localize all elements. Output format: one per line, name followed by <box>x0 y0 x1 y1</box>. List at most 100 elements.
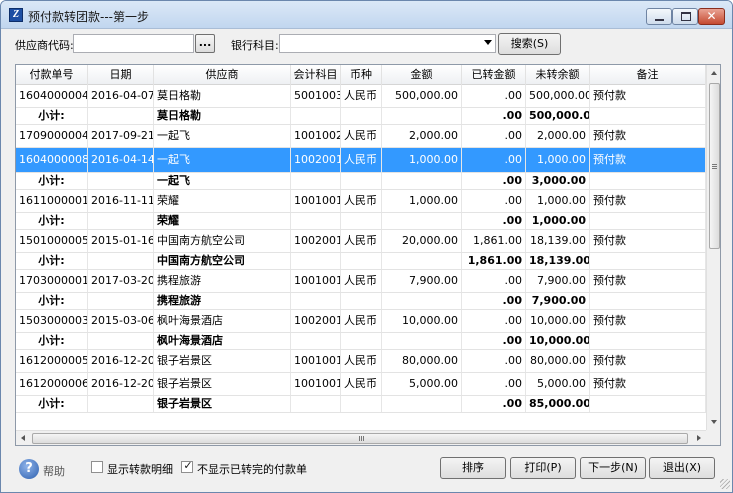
subtotal-row[interactable]: 小计: 莫日格勒 .00500,000.00 <box>16 108 706 125</box>
cell-supplier: 枫叶海景酒店 <box>154 310 291 332</box>
cell-amount: 80,000.00 <box>382 350 462 372</box>
cell-transferred: .00 <box>462 333 526 349</box>
horizontal-scrollbar[interactable] <box>16 430 706 445</box>
cell-date <box>88 253 154 269</box>
cell-supplier: 一起飞 <box>154 148 291 172</box>
table-row[interactable]: 17090000042017-09-21一起飞1001002001人民币2,00… <box>16 125 706 148</box>
cell-currency <box>341 108 382 124</box>
grip-line <box>712 164 717 165</box>
scroll-right-icon[interactable] <box>697 435 701 441</box>
cell-payment-no: 1611000001 <box>16 190 88 212</box>
cell-currency <box>341 253 382 269</box>
table-row[interactable]: 1611000001 2016-11-11 荣耀 1001001 人民币 1,000.00… <box>16 190 706 213</box>
supplier-browse-button[interactable]: ... <box>195 34 215 53</box>
column-header-payment-no[interactable]: 付款单号 <box>16 65 88 85</box>
cell-transferred: .00 <box>462 310 526 332</box>
column-header-date[interactable]: 日期 <box>88 65 154 85</box>
hide-completed-checkbox[interactable]: ✓ <box>181 459 193 473</box>
subtotal-row[interactable]: 小计: 携程旅游 .00 7,900.00 <box>16 293 706 310</box>
cell-remaining: 3,000.00 <box>526 173 590 189</box>
subtotal-row[interactable]: 小计: 枫叶海景酒店 .00 10,000.00 <box>16 333 706 350</box>
grid-header: 付款单号 日期 供应商 会计科目 币种 金额 已转金额 未转余额 备注 <box>16 65 706 85</box>
cell-account: 1001001 <box>291 190 341 212</box>
cell-date <box>88 108 154 124</box>
subtotal-row[interactable]: 小计: 银子岩景区 .00 85,000.00 <box>16 396 706 413</box>
table-row[interactable]: 1703000001 2017-03-20 携程旅游 1001001 人民币 7,900.… <box>16 270 706 293</box>
cell-amount: 2,000.00 <box>382 125 462 147</box>
minimize-button[interactable] <box>646 8 672 25</box>
cell-supplier: 银子岩景区 <box>154 396 291 412</box>
cell-note: 预付款 <box>590 270 706 292</box>
cell-date: 2017-03-20 <box>88 270 154 292</box>
show-detail-checkbox[interactable] <box>91 461 103 473</box>
cell-amount: 20,000.00 <box>382 230 462 252</box>
cell-remaining: 10,000.00 <box>526 333 590 349</box>
table-row[interactable]: 1604000004 2016-04-07 莫日格勒 5001003 人民币 500,00… <box>16 85 706 108</box>
help-icon[interactable]: ? <box>19 459 39 479</box>
cell-note: 预付款 <box>590 373 706 395</box>
cell-transferred: .00 <box>462 85 526 107</box>
cell-supplier: 携程旅游 <box>154 293 291 309</box>
check-icon: ✓ <box>183 459 193 472</box>
cell-supplier: 中国南方航空公司 <box>154 230 291 252</box>
cell-payment-no: 1604000004 <box>16 85 88 107</box>
next-step-button[interactable]: 下一步(N) <box>580 457 646 479</box>
help-link[interactable]: 帮助 <box>43 463 65 479</box>
column-header-remaining[interactable]: 未转余额 <box>526 65 590 85</box>
sort-button[interactable]: 排序 <box>440 457 506 479</box>
table-row[interactable]: 1612000005 2016-12-20 银子岩景区 1001001 人民币 80,00… <box>16 350 706 373</box>
chevron-down-icon[interactable] <box>484 40 492 45</box>
table-row[interactable]: 1604000008 2016-04-14 一起飞 1002001 人民币 1,000.0… <box>16 148 706 173</box>
cell-note: 预付款 <box>590 85 706 107</box>
cell-supplier: 莫日格勒 <box>154 85 291 107</box>
cell-note: 预付款 <box>590 230 706 252</box>
cell-amount: 5,000.00 <box>382 373 462 395</box>
resize-grip-icon[interactable] <box>720 479 730 489</box>
horizontal-scroll-thumb[interactable] <box>32 433 688 444</box>
scroll-left-icon[interactable] <box>21 435 25 441</box>
cell-supplier: 荣耀 <box>154 213 291 229</box>
exit-button[interactable]: 退出(X) <box>649 457 715 479</box>
cell-currency: 人民币 <box>341 310 382 332</box>
table-row[interactable]: 1501000005 2015-01-16 中国南方航空公司 1002001 人民币 20… <box>16 230 706 253</box>
scroll-down-icon[interactable] <box>711 420 717 424</box>
subtotal-row[interactable]: 小计: 荣耀 .00 1,000.00 <box>16 213 706 230</box>
cell-note: 预付款 <box>590 310 706 332</box>
table-row[interactable]: 1503000003 2015-03-06 枫叶海景酒店 1002001 人民币 10,0… <box>16 310 706 333</box>
search-button[interactable]: 搜索(S) <box>498 33 561 55</box>
column-header-transferred[interactable]: 已转金额 <box>462 65 526 85</box>
cell-transferred: .00 <box>462 148 526 172</box>
cell-transferred: .00 <box>462 173 526 189</box>
cell-payment-no: 小计: <box>16 173 88 189</box>
vertical-scrollbar[interactable] <box>706 65 720 430</box>
column-header-note[interactable]: 备注 <box>590 65 706 85</box>
cell-note: 预付款 <box>590 125 706 147</box>
cell-amount: 7,900.00 <box>382 270 462 292</box>
cell-payment-no: 小计: <box>16 333 88 349</box>
cell-date <box>88 213 154 229</box>
column-header-supplier[interactable]: 供应商 <box>154 65 291 85</box>
grip-line <box>359 436 360 441</box>
cell-payment-no: 小计: <box>16 108 88 124</box>
cell-account <box>291 173 341 189</box>
cell-transferred: .00 <box>462 396 526 412</box>
vertical-scroll-thumb[interactable] <box>709 83 720 249</box>
column-header-currency[interactable]: 币种 <box>341 65 382 85</box>
scroll-up-icon[interactable] <box>711 71 717 75</box>
maximize-button[interactable] <box>672 8 698 25</box>
column-header-account[interactable]: 会计科目 <box>291 65 341 85</box>
cell-amount <box>382 173 462 189</box>
bank-account-select[interactable] <box>279 34 496 53</box>
cell-currency: 人民币 <box>341 350 382 372</box>
table-row[interactable]: 1612000006 2016-12-20 银子岩景区 1001001 人民币 5,000… <box>16 373 706 396</box>
grip-line <box>363 436 364 441</box>
supplier-code-input[interactable] <box>73 34 194 53</box>
cell-supplier: 中国南方航空公司 <box>154 253 291 269</box>
title-bar[interactable]: Z 预付款转团款---第一步 ✕ <box>1 1 732 29</box>
subtotal-row[interactable]: 小计: 中国南方航空公司 1,861.00 18,139.00 <box>16 253 706 270</box>
subtotal-row[interactable]: 小计: 一起飞 .00 3,000.00 <box>16 173 706 190</box>
column-header-amount[interactable]: 金额 <box>382 65 462 85</box>
cell-amount <box>382 213 462 229</box>
print-button[interactable]: 打印(P) <box>510 457 576 479</box>
close-button[interactable]: ✕ <box>698 8 725 25</box>
